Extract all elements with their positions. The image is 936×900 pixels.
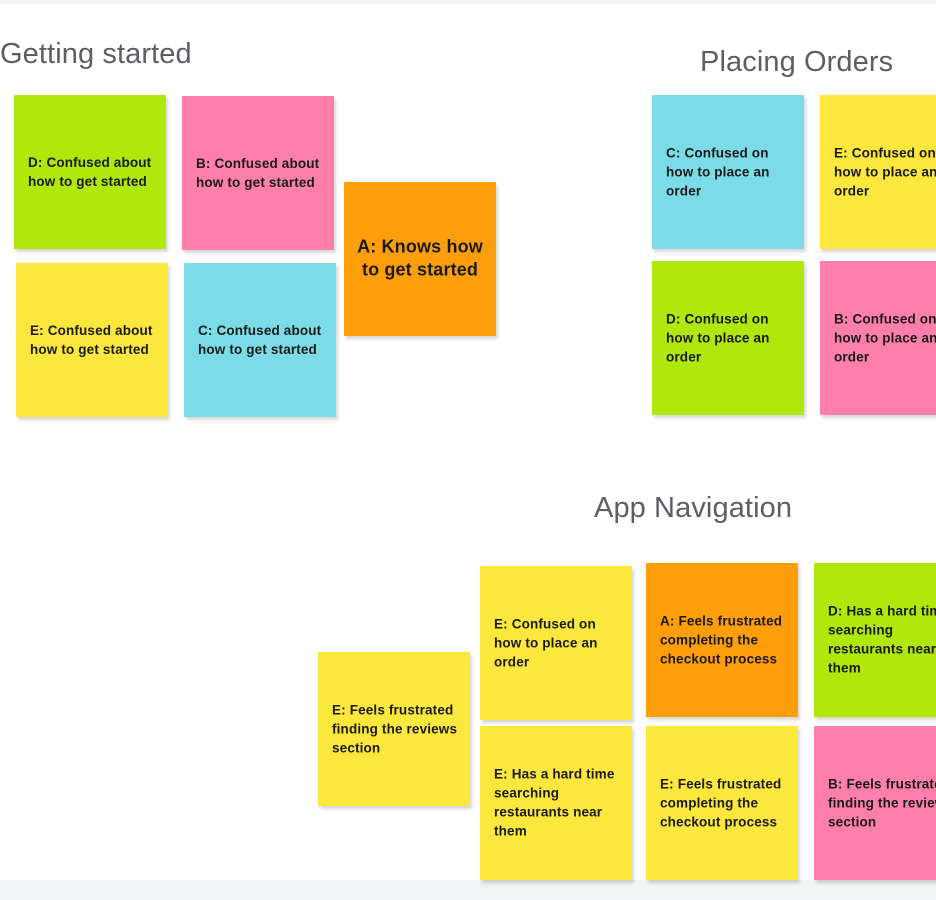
whiteboard-canvas[interactable]: Getting started Placing Orders App Navigat… xyxy=(0,0,936,900)
sticky-note[interactable]: D: Confused about how to get started xyxy=(14,95,166,249)
sticky-note-text: C: Confused about how to get started xyxy=(198,322,322,357)
sticky-note-text: B: Confused on how to place an order xyxy=(834,311,936,365)
section-title[interactable]: Placing Orders xyxy=(700,48,893,77)
sticky-note[interactable]: C: Confused on how to place an order xyxy=(652,95,804,249)
sticky-note[interactable]: E: Confused on how to place an order xyxy=(480,566,632,720)
sticky-note[interactable]: E: Confused about how to get started xyxy=(16,263,168,417)
sticky-note-text: D: Confused about how to get started xyxy=(28,154,152,189)
sticky-note-text: E: Has a hard time searching restaurants… xyxy=(494,766,615,840)
sticky-note[interactable]: C: Confused about how to get started xyxy=(184,263,336,417)
section-title[interactable]: App Navigation xyxy=(594,494,792,523)
sticky-note-text: E: Confused on how to place an order xyxy=(834,145,936,199)
sticky-note-text: E: Feels frustrated completing the check… xyxy=(660,776,782,830)
sticky-note[interactable]: D: Confused on how to place an order xyxy=(652,261,804,415)
sticky-note-text: E: Confused about how to get started xyxy=(30,322,153,357)
sticky-note[interactable]: B: Confused about how to get started xyxy=(182,96,334,250)
sticky-note-text: E: Feels frustrated finding the reviews … xyxy=(332,702,458,756)
sticky-note-text: A: Feels frustrated completing the check… xyxy=(660,613,783,667)
sticky-note[interactable]: A: Knows how to get started xyxy=(344,182,496,336)
sticky-note[interactable]: A: Feels frustrated completing the check… xyxy=(646,563,798,717)
bottom-chrome-band xyxy=(0,880,936,900)
sticky-note-text: B: Feels frustrated finding the reviews … xyxy=(828,776,936,830)
sticky-note[interactable]: B: Feels frustrated finding the reviews … xyxy=(814,726,936,880)
sticky-note-text: D: Has a hard time searching restaurants… xyxy=(828,603,936,677)
sticky-note[interactable]: D: Has a hard time searching restaurants… xyxy=(814,563,936,717)
sticky-note-text: E: Confused on how to place an order xyxy=(494,616,598,670)
section-title[interactable]: Getting started xyxy=(0,40,192,69)
sticky-note[interactable]: B: Confused on how to place an order xyxy=(820,261,936,415)
sticky-note[interactable]: E: Confused on how to place an order xyxy=(820,95,936,249)
sticky-note-text: B: Confused about how to get started xyxy=(196,155,320,190)
sticky-note-text: D: Confused on how to place an order xyxy=(666,311,770,365)
sticky-note-text: C: Confused on how to place an order xyxy=(666,145,770,199)
sticky-note-text: A: Knows how to get started xyxy=(357,236,483,280)
top-chrome-band xyxy=(0,0,936,4)
sticky-note[interactable]: E: Has a hard time searching restaurants… xyxy=(480,726,632,880)
sticky-note[interactable]: E: Feels frustrated completing the check… xyxy=(646,726,798,880)
sticky-note[interactable]: E: Feels frustrated finding the reviews … xyxy=(318,652,470,806)
